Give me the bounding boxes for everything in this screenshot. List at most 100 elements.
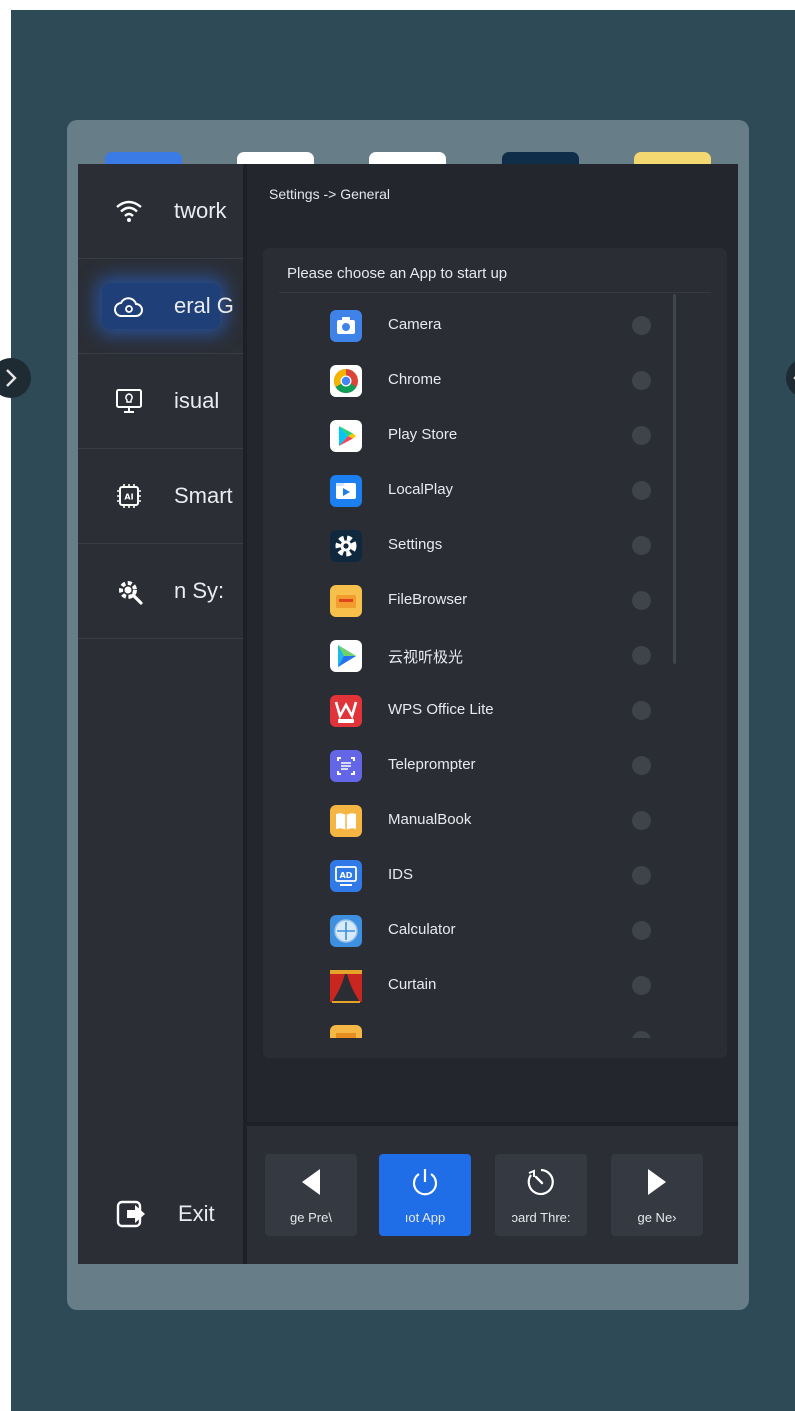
sidebar-item-visual[interactable]: isual <box>78 354 243 449</box>
list-item[interactable]: Curtain <box>263 958 727 1013</box>
exit-icon <box>114 1196 150 1232</box>
button-label: ɔard Thre: <box>511 1210 571 1225</box>
edge-collapse-button[interactable] <box>786 358 795 398</box>
calculator-icon <box>328 913 364 949</box>
sidebar-item-network[interactable]: twork <box>78 164 243 259</box>
manual-book-icon <box>328 803 364 839</box>
list-item[interactable]: LocalPlay <box>263 463 727 518</box>
list-item[interactable]: Chrome <box>263 353 727 408</box>
app-name: ManualBook <box>388 811 472 828</box>
app-name: Play Store <box>388 426 458 443</box>
radio-button[interactable] <box>632 536 651 555</box>
list-item[interactable]: Calculator <box>263 903 727 958</box>
radio-button[interactable] <box>632 481 651 500</box>
wps-icon <box>328 693 364 729</box>
list-item[interactable]: FileBrowser <box>263 573 727 628</box>
app-name: Settings <box>388 536 443 553</box>
startup-app-card: Please choose an App to start up Camera … <box>263 248 727 1058</box>
curtain-icon <box>328 968 364 1004</box>
radio-button[interactable] <box>632 811 651 830</box>
radio-button[interactable] <box>632 1031 651 1038</box>
list-item[interactable]: Play Store <box>263 408 727 463</box>
app-name: 云视听极光 <box>388 649 464 666</box>
app-name: Calculator <box>388 921 456 938</box>
teleprompter-icon <box>328 748 364 784</box>
cloud-gear-icon <box>114 291 144 321</box>
list-item[interactable]: 云视听极光 <box>263 628 727 683</box>
radio-button[interactable] <box>632 866 651 885</box>
list-item[interactable]: ManualBook <box>263 793 727 848</box>
button-label: ıot App <box>404 1210 446 1225</box>
ids-icon: AD <box>328 858 364 894</box>
list-item[interactable]: Teleprompter <box>263 738 727 793</box>
radio-button[interactable] <box>632 316 651 335</box>
camera-icon <box>328 308 364 344</box>
triangle-left-icon <box>265 1162 357 1202</box>
sidebar-item-label: eral G <box>174 293 234 318</box>
app-name: FileBrowser <box>388 591 468 608</box>
exit-label: Exit <box>178 1201 215 1226</box>
sidebar-item-smart[interactable]: AI Smart <box>78 449 243 544</box>
button-label: ge Pre\ <box>290 1210 332 1225</box>
app-name: Curtain <box>388 976 437 993</box>
next-page-button[interactable]: ge Ne› <box>611 1154 703 1236</box>
button-label: ge Ne› <box>637 1210 677 1225</box>
radio-button[interactable] <box>632 426 651 445</box>
card-divider <box>279 292 711 293</box>
app-name: Chrome <box>388 371 442 388</box>
video-play-icon <box>328 638 364 674</box>
svg-text:AD: AD <box>340 871 353 880</box>
sidebar: twork eral G isual AI Smart n Sy: Exit <box>78 164 247 1264</box>
sidebar-item-label: Smart <box>174 483 233 508</box>
toolbar-divider <box>247 1122 738 1126</box>
chevron-right-icon <box>6 369 17 387</box>
edge-expand-button[interactable] <box>0 358 31 398</box>
ai-chip-icon: AI <box>114 481 144 511</box>
svg-text:AI: AI <box>124 493 133 502</box>
list-item[interactable]: Settings <box>263 518 727 573</box>
breadcrumb: Settings -> General <box>269 186 391 202</box>
sidebar-item-label: twork <box>174 198 227 223</box>
list-item[interactable]: Camera <box>263 298 727 353</box>
bottom-toolbar: ge Pre\ ıot App ɔard Thre: ge Ne› <box>247 1122 738 1264</box>
sidebar-item-system[interactable]: n Sy: <box>78 544 243 639</box>
app-name: Camera <box>388 316 442 333</box>
sidebar-item-general[interactable]: eral G <box>78 259 243 354</box>
sidebar-item-label: isual <box>174 388 220 413</box>
file-browser-icon <box>328 583 364 619</box>
app-name: Teleprompter <box>388 756 476 773</box>
settings-gear-icon <box>328 528 364 564</box>
radio-button[interactable] <box>632 371 651 390</box>
gear-wrench-icon <box>114 576 144 606</box>
radio-button[interactable] <box>632 976 651 995</box>
chrome-icon <box>328 363 364 399</box>
play-store-icon <box>328 418 364 454</box>
app-name: LocalPlay <box>388 481 454 498</box>
wifi-icon <box>114 196 144 226</box>
boot-app-button[interactable]: ıot App <box>379 1154 471 1236</box>
radio-button[interactable] <box>632 921 651 940</box>
settings-panel: twork eral G isual AI Smart n Sy: Exit S… <box>78 164 738 1264</box>
radio-button[interactable] <box>632 701 651 720</box>
app-list[interactable]: Camera Chrome Play Store LocalPlay Setti… <box>263 298 727 1038</box>
folder-icon <box>328 1023 364 1038</box>
radio-button[interactable] <box>632 591 651 610</box>
exit-button[interactable]: Exit <box>78 1174 243 1254</box>
local-play-icon <box>328 473 364 509</box>
card-title: Please choose an App to start up <box>287 265 508 282</box>
app-name: IDS <box>388 866 414 883</box>
app-name: WPS Office Lite <box>388 701 494 718</box>
list-item[interactable]: WPS Office Lite <box>263 683 727 738</box>
radio-button[interactable] <box>632 756 651 775</box>
list-item[interactable] <box>263 1013 727 1038</box>
radio-button[interactable] <box>632 646 651 665</box>
standby-threshold-button[interactable]: ɔard Thre: <box>495 1154 587 1236</box>
sidebar-item-label: n Sy: <box>174 578 225 603</box>
timer-icon <box>495 1162 587 1202</box>
power-icon <box>379 1162 471 1202</box>
previous-page-button[interactable]: ge Pre\ <box>265 1154 357 1236</box>
app-list-scrollbar[interactable] <box>673 294 676 664</box>
monitor-bulb-icon <box>114 386 144 416</box>
list-item[interactable]: AD IDS <box>263 848 727 903</box>
triangle-right-icon <box>611 1162 703 1202</box>
